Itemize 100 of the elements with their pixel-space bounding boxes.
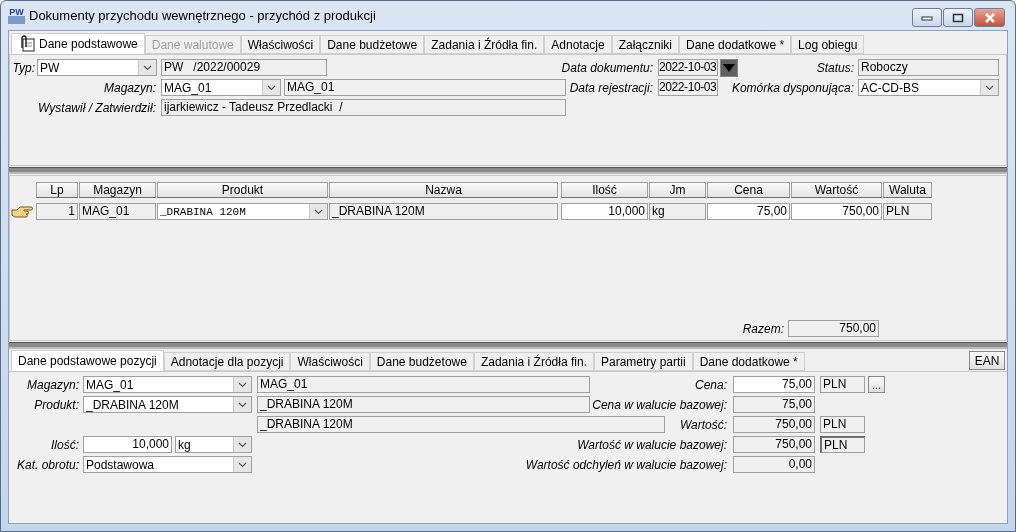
tab[interactable]: Załączniki (611, 35, 679, 54)
splitter-bar[interactable] (9, 342, 1007, 349)
app-icon: PW (8, 7, 25, 24)
tab[interactable]: Dane budżetowe (320, 35, 425, 54)
field-label: Razem: (741, 321, 785, 336)
tab[interactable]: Dane budżetowe (369, 352, 474, 371)
tab[interactable]: Zadania i Źródła fin. (473, 352, 594, 371)
status-field: Roboczy (858, 59, 999, 76)
table-cell: MAG_01 (79, 203, 156, 220)
department-combo[interactable]: AC-CD-BS (858, 79, 999, 96)
price-field[interactable]: 75,00 (733, 376, 815, 393)
chevron-down-icon[interactable] (262, 80, 280, 95)
column-header[interactable]: Waluta (883, 182, 932, 198)
tab[interactable]: Log obiegu (791, 35, 865, 54)
product-description-field: _DRABINA 120M (257, 416, 665, 433)
column-header[interactable]: Produkt (157, 182, 328, 198)
field-label: Wartość w walucie bazowej: (576, 437, 728, 452)
warehouse-name-field: MAG_01 (284, 79, 566, 96)
chevron-down-icon[interactable] (233, 457, 251, 472)
field-label: Data rejestracji: (568, 80, 654, 95)
more-button[interactable]: ... (868, 376, 885, 393)
minimize-icon (921, 14, 933, 21)
table-cell[interactable]: 10,000 (561, 203, 648, 220)
field-label: Magazyn: (25, 377, 80, 392)
field-label: Produkt: (33, 397, 80, 412)
currency-field: PLN (820, 376, 865, 393)
unit-combo[interactable]: kg (175, 436, 252, 453)
field-label: Kat. obrotu: (15, 457, 80, 472)
close-icon (983, 12, 996, 23)
tab[interactable]: Dane dodatkowe * (692, 352, 805, 371)
column-header[interactable]: Ilość (561, 182, 648, 198)
base-price-field: 75,00 (733, 396, 815, 413)
minimize-button[interactable] (912, 8, 942, 27)
date-dropdown-button[interactable] (720, 58, 738, 77)
tab[interactable]: Właściwości (290, 352, 370, 371)
tab[interactable]: Adnotacje dla pozycji (163, 352, 291, 371)
field-label: Cena: (693, 377, 728, 392)
quantity-field[interactable]: 10,000 (83, 436, 172, 453)
column-header[interactable]: Lp (36, 182, 78, 198)
field-label: Typ: (11, 60, 36, 75)
field-label: Wystawił / Zatwierdził: (37, 100, 157, 115)
deviation-field: 0,00 (733, 456, 815, 473)
maximize-button[interactable] (943, 8, 973, 27)
tab[interactable]: Dane podstawowe pozycji (11, 350, 164, 371)
table-cell[interactable]: 75,00 (707, 203, 790, 220)
table-cell: PLN (883, 203, 932, 220)
field-label: Status: (815, 60, 855, 75)
base-value-field: 750,00 (733, 436, 815, 453)
warehouse-name-field: MAG_01 (257, 376, 590, 393)
ean-button[interactable]: EAN (969, 351, 1005, 370)
currency-field: PLN (820, 436, 865, 453)
column-header[interactable]: Magazyn (79, 182, 156, 198)
product-name-field: _DRABINA 120M (257, 396, 590, 413)
issued-by-field: ijarkiewicz - Tadeusz Przedlacki / (161, 99, 566, 116)
table-cell: _DRABINA 120M (329, 203, 558, 220)
table-cell: 1 (36, 203, 78, 220)
maximize-icon (952, 12, 964, 23)
turnover-category-combo[interactable]: Podstawowa (83, 456, 252, 473)
column-header[interactable]: Nazwa (329, 182, 558, 198)
total-field: 750,00 (788, 320, 879, 337)
document-date-field[interactable]: 2022-10-03 (658, 59, 718, 76)
field-label: Ilość: (50, 437, 80, 452)
document-number-field: PW /2022/00029 (161, 59, 327, 76)
field-label: Cena w walucie bazowej: (591, 397, 728, 412)
chevron-down-icon[interactable] (233, 397, 251, 412)
product-combo[interactable]: _DRABINA 120M (157, 203, 328, 220)
chevron-down-icon[interactable] (233, 437, 251, 452)
table-cell: kg (649, 203, 706, 220)
tab[interactable]: Parametry partii (593, 352, 693, 371)
table-cell[interactable]: 750,00 (791, 203, 882, 220)
field-label: Data dokumentu: (560, 60, 654, 75)
tab[interactable]: Zadania i Źródła fin. (424, 35, 545, 54)
chevron-down-icon[interactable] (980, 80, 998, 95)
type-combo[interactable]: PW (37, 59, 157, 76)
column-header[interactable]: Cena (707, 182, 790, 198)
triangle-down-icon (723, 63, 735, 72)
field-label: Wartość odchyleń w walucie bazowej: (524, 457, 728, 472)
chevron-down-icon[interactable] (233, 377, 251, 392)
window-title: Dokumenty przychodu wewnętrznego - przychód z produkcji (29, 8, 376, 23)
chevron-down-icon[interactable] (309, 204, 327, 219)
tab[interactable]: Dane dodatkowe * (679, 35, 792, 54)
paperclip-document-icon (18, 35, 36, 53)
value-field: 750,00 (733, 416, 815, 433)
warehouse-combo[interactable]: MAG_01 (83, 376, 252, 393)
currency-field: PLN (820, 416, 865, 433)
field-label: Magazyn: (102, 80, 157, 95)
pointing-hand-icon (11, 204, 33, 219)
warehouse-combo[interactable]: MAG_01 (161, 79, 281, 96)
tab[interactable]: Właściwości (240, 35, 321, 54)
splitter-bar[interactable] (9, 167, 1007, 174)
registration-date-field: 2022-10-03 (658, 79, 718, 96)
field-label: Komórka dysponująca: (730, 80, 855, 95)
chevron-down-icon[interactable] (138, 60, 156, 75)
column-header[interactable]: Wartość (791, 182, 882, 198)
product-combo[interactable]: _DRABINA 120M (83, 396, 252, 413)
tab[interactable]: Dane podstawowe (11, 33, 145, 54)
close-button[interactable] (974, 8, 1005, 27)
column-header[interactable]: Jm (649, 182, 706, 198)
tab[interactable]: Adnotacje (544, 35, 612, 54)
field-label: Wartość: (678, 417, 728, 432)
